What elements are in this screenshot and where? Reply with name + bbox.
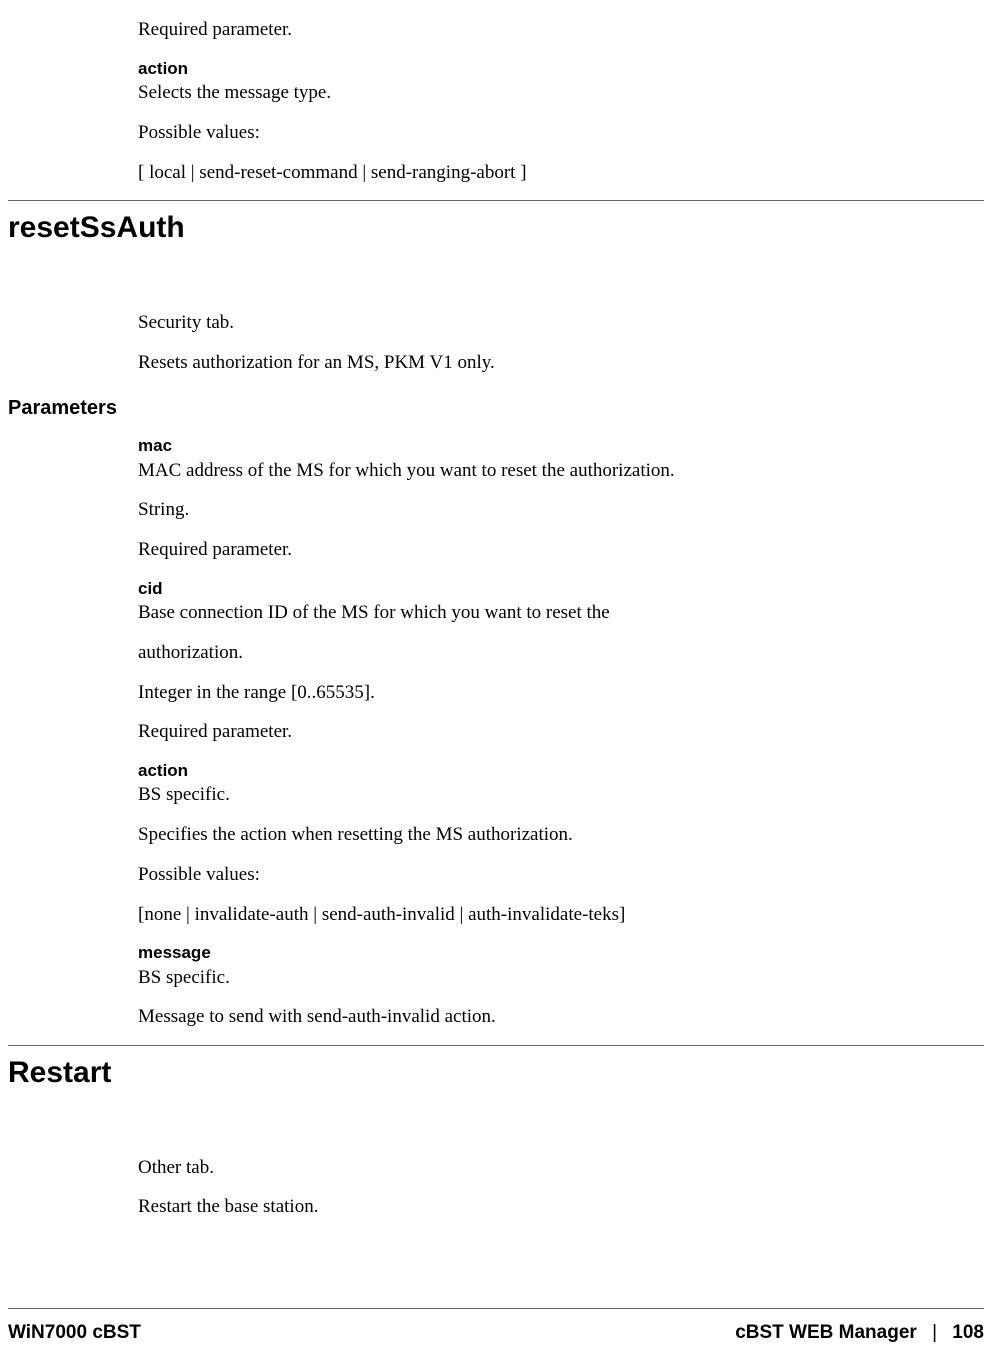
param-action-desc2: Specifies the action when resetting the … [138, 823, 902, 847]
param-action-desc-top: Selects the message type. [138, 81, 902, 105]
param-cid-name: cid [138, 578, 902, 599]
param-action-name-top: action [138, 58, 902, 79]
param-cid-desc1: Base connection ID of the MS for which y… [138, 601, 902, 625]
footer-right: cBST WEB Manager | 108 [735, 1321, 984, 1345]
section-rule-restart [8, 1045, 984, 1046]
resetssauth-intro2: Resets authorization for an MS, PKM V1 o… [138, 351, 902, 375]
restart-intro: Other tab. Restart the base station. [138, 1156, 902, 1220]
param-message-name: message [138, 942, 902, 963]
top-fragment: Required parameter. action Selects the m… [138, 18, 902, 184]
page: Required parameter. action Selects the m… [0, 0, 992, 1363]
resetssauth-intro: Security tab. Resets authorization for a… [138, 311, 902, 375]
param-mac-required: Required parameter. [138, 538, 902, 562]
possible-values-label-top: Possible values: [138, 121, 902, 145]
top-required: Required parameter. [138, 18, 902, 42]
resetssauth-params: mac MAC address of the MS for which you … [138, 435, 902, 1029]
param-action-name: action [138, 760, 902, 781]
param-action-desc1: BS specific. [138, 783, 902, 807]
page-footer: WiN7000 cBST cBST WEB Manager | 108 [8, 1321, 984, 1345]
footer-rule [8, 1308, 984, 1309]
footer-sep: | [932, 1322, 937, 1343]
footer-title: cBST WEB Manager [735, 1322, 917, 1343]
restart-intro2: Restart the base station. [138, 1195, 902, 1219]
param-action-pv: [none | invalidate-auth | send-auth-inva… [138, 903, 902, 927]
possible-values-top: [ local | send-reset-command | send-rang… [138, 161, 902, 185]
param-mac-desc: MAC address of the MS for which you want… [138, 459, 902, 483]
param-message-desc2: Message to send with send-auth-invalid a… [138, 1005, 902, 1029]
param-cid-type: Integer in the range [0..65535]. [138, 681, 902, 705]
restart-intro1: Other tab. [138, 1156, 902, 1180]
heading-restart: Restart [8, 1054, 992, 1092]
param-cid-required: Required parameter. [138, 720, 902, 744]
parameters-heading: Parameters [8, 396, 992, 421]
param-action-pvlabel: Possible values: [138, 863, 902, 887]
footer-page: 108 [952, 1322, 984, 1343]
section-rule-resetssauth [8, 200, 984, 201]
resetssauth-intro1: Security tab. [138, 311, 902, 335]
param-cid-desc2: authorization. [138, 641, 902, 665]
param-mac-name: mac [138, 435, 902, 456]
heading-resetssauth: resetSsAuth [8, 209, 992, 247]
footer-left: WiN7000 cBST [8, 1321, 141, 1345]
param-message-desc1: BS specific. [138, 966, 902, 990]
param-mac-type: String. [138, 498, 902, 522]
